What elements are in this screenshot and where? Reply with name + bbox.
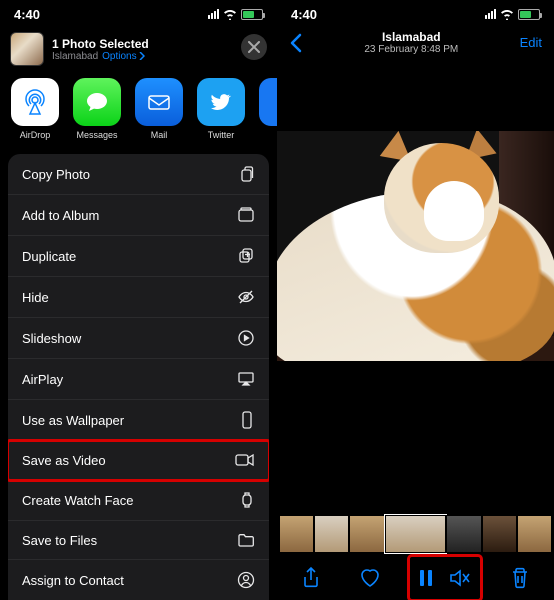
status-bar: 4:40 bbox=[0, 0, 277, 26]
share-subtitle: Islamabad bbox=[52, 51, 98, 62]
pause-icon bbox=[419, 569, 433, 587]
action-add-to-album[interactable]: Add to Album bbox=[8, 195, 269, 236]
share-sheet-screen: 4:40 1 Photo Selected Islamabad Options bbox=[0, 0, 277, 600]
heart-icon bbox=[359, 568, 381, 588]
thumbnail[interactable] bbox=[314, 515, 349, 553]
action-save-as-video[interactable]: Save as Video bbox=[8, 441, 269, 480]
status-indicators bbox=[485, 9, 540, 20]
photo-timestamp: 23 February 8:48 PM bbox=[364, 44, 458, 55]
airdrop-icon bbox=[11, 78, 59, 126]
thumbnail[interactable] bbox=[482, 515, 517, 553]
thumbnail[interactable] bbox=[279, 515, 314, 553]
app-mail[interactable]: Mail bbox=[134, 78, 184, 140]
airplay-icon bbox=[237, 370, 255, 388]
back-button[interactable] bbox=[289, 33, 303, 53]
trash-icon bbox=[510, 567, 530, 589]
watch-icon bbox=[239, 491, 255, 509]
chevron-left-icon bbox=[289, 33, 303, 53]
speaker-muted-icon bbox=[449, 569, 471, 587]
copy-icon bbox=[237, 165, 255, 183]
contact-icon bbox=[237, 571, 255, 589]
action-airplay[interactable]: AirPlay bbox=[8, 359, 269, 400]
action-slideshow[interactable]: Slideshow bbox=[8, 318, 269, 359]
action-assign-to-contact[interactable]: Assign to Contact bbox=[8, 560, 269, 600]
folder-icon bbox=[237, 532, 255, 548]
app-messages[interactable]: Messages bbox=[72, 78, 122, 140]
app-facebook[interactable]: Fa bbox=[258, 78, 277, 140]
video-icon bbox=[235, 452, 255, 468]
thumbnail[interactable] bbox=[446, 515, 481, 553]
battery-icon bbox=[241, 9, 263, 20]
mute-button[interactable] bbox=[449, 558, 471, 598]
wifi-icon bbox=[500, 9, 514, 20]
messages-icon bbox=[73, 78, 121, 126]
edit-button[interactable]: Edit bbox=[520, 35, 542, 50]
mail-icon bbox=[135, 78, 183, 126]
thumbnail-strip[interactable] bbox=[277, 512, 554, 556]
viewer-header: Islamabad 23 February 8:48 PM Edit bbox=[277, 26, 554, 61]
share-app-row[interactable]: AirDrop Messages Mail Twitter bbox=[0, 76, 277, 154]
close-icon bbox=[248, 41, 260, 53]
album-icon bbox=[237, 206, 255, 224]
status-time: 4:40 bbox=[14, 7, 40, 22]
status-bar: 4:40 bbox=[277, 0, 554, 26]
cellular-icon bbox=[208, 9, 219, 19]
app-airdrop[interactable]: AirDrop bbox=[10, 78, 60, 140]
battery-icon bbox=[518, 9, 540, 20]
action-hide[interactable]: Hide bbox=[8, 277, 269, 318]
app-twitter[interactable]: Twitter bbox=[196, 78, 246, 140]
photo-viewport[interactable] bbox=[277, 131, 554, 361]
status-time: 4:40 bbox=[291, 7, 317, 22]
twitter-icon bbox=[197, 78, 245, 126]
action-save-to-files[interactable]: Save to Files bbox=[8, 521, 269, 560]
phone-icon bbox=[239, 411, 255, 429]
selected-photo-thumbnail[interactable] bbox=[10, 32, 44, 66]
thumbnail-selected[interactable] bbox=[385, 515, 447, 553]
share-header: 1 Photo Selected Islamabad Options bbox=[0, 26, 277, 76]
action-duplicate[interactable]: Duplicate bbox=[8, 236, 269, 277]
favorite-button[interactable] bbox=[350, 558, 390, 598]
wifi-icon bbox=[223, 9, 237, 20]
duplicate-icon bbox=[237, 247, 255, 265]
photo-location: Islamabad bbox=[364, 30, 458, 44]
cellular-icon bbox=[485, 9, 496, 19]
share-button[interactable] bbox=[291, 558, 331, 598]
play-circle-icon bbox=[237, 329, 255, 347]
photo-viewer-screen: 4:40 Islamabad 23 February 8:48 PM Edit bbox=[277, 0, 554, 600]
delete-button[interactable] bbox=[500, 558, 540, 598]
action-create-watch-face[interactable]: Create Watch Face bbox=[8, 480, 269, 521]
share-icon bbox=[301, 566, 321, 590]
options-link[interactable]: Options bbox=[102, 51, 145, 62]
action-list: Copy Photo Add to Album Duplicate Hide S… bbox=[8, 154, 269, 600]
photo-toolbar bbox=[277, 556, 554, 600]
thumbnail[interactable] bbox=[517, 515, 552, 553]
chevron-right-icon bbox=[139, 52, 145, 60]
status-indicators bbox=[208, 9, 263, 20]
facebook-icon bbox=[259, 78, 277, 126]
close-button[interactable] bbox=[241, 34, 267, 60]
action-use-as-wallpaper[interactable]: Use as Wallpaper bbox=[8, 400, 269, 441]
eye-slash-icon bbox=[237, 288, 255, 306]
playback-controls bbox=[409, 556, 481, 600]
action-copy-photo[interactable]: Copy Photo bbox=[8, 154, 269, 195]
pause-button[interactable] bbox=[419, 558, 433, 598]
photo-content bbox=[277, 131, 554, 361]
thumbnail[interactable] bbox=[349, 515, 384, 553]
share-title: 1 Photo Selected bbox=[52, 37, 149, 51]
